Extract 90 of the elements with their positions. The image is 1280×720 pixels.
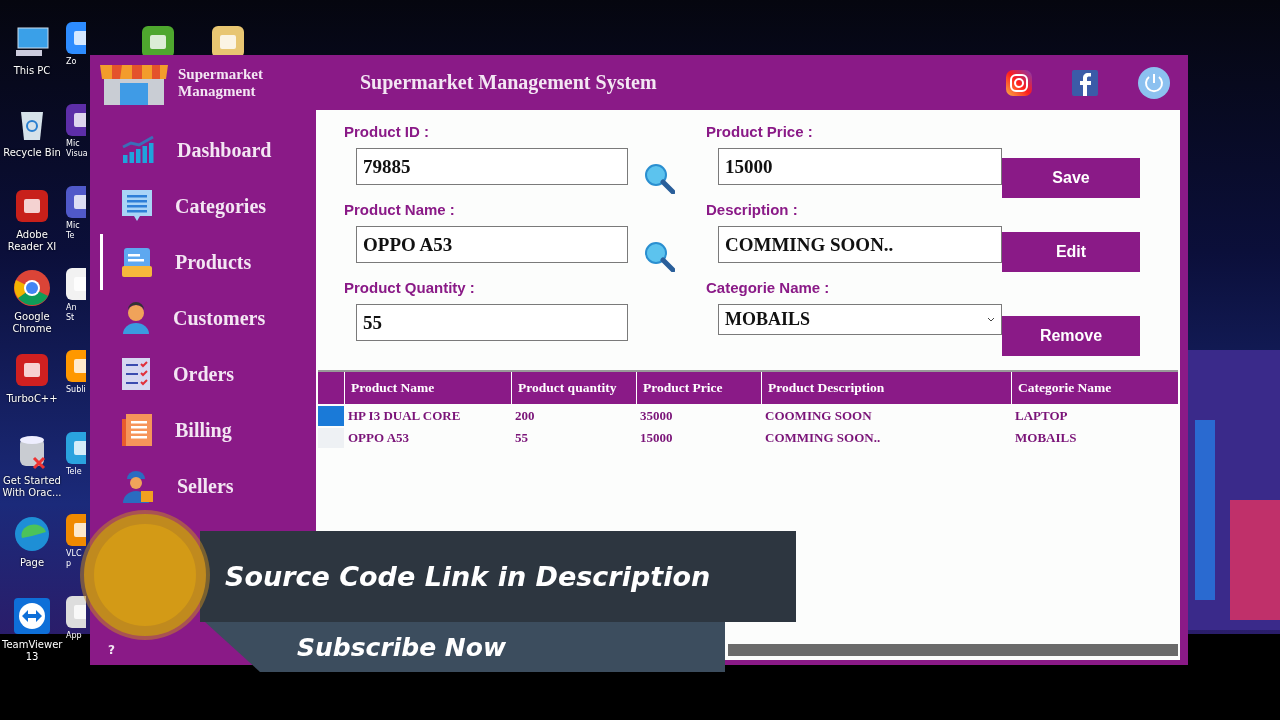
column-header[interactable]: Product Price (636, 372, 761, 404)
category-dropdown[interactable]: MOBAILS (718, 304, 1002, 335)
help-link[interactable]: ? (108, 643, 115, 657)
app-icon (66, 104, 86, 136)
desktop-icon-label[interactable]: Zo (66, 57, 86, 67)
worker-icon (121, 469, 155, 503)
sidebar-item-label: Orders (173, 362, 235, 386)
sidebar-item[interactable]: Billing (100, 402, 316, 458)
column-header[interactable]: Product Name (344, 372, 511, 404)
window-title: Supermarket Management System (360, 71, 658, 94)
subscribe-text: Subscribe Now (297, 632, 507, 662)
desktop-icon-label[interactable]: Recycle Bin (2, 147, 62, 159)
field-label: Product Price : (706, 122, 814, 142)
input-field[interactable]: 79885 (356, 148, 628, 185)
table-cell-text: COOMING SOON (764, 407, 873, 425)
sidebar-item-label: Dashboard (177, 138, 272, 162)
app-icon (66, 186, 86, 218)
sidebar-item[interactable]: Categories (100, 178, 316, 234)
desktop-icon-label[interactable]: This PC (2, 65, 62, 77)
desktop-icon-label[interactable]: TurboC++ (2, 393, 62, 405)
action-button[interactable]: Remove (1002, 316, 1140, 356)
action-button[interactable]: Edit (1002, 232, 1140, 272)
arrows-icon (12, 596, 52, 636)
desktop-icon-label[interactable]: An St (66, 303, 86, 323)
desktop-icon-label[interactable]: TeamViewer 13 (2, 639, 62, 663)
sidebar-item[interactable]: Orders (100, 346, 316, 402)
table-cell-text: 200 (514, 407, 536, 425)
table-cell-text: LAPTOP (1014, 407, 1069, 425)
sidebar-item-label: Billing (175, 418, 232, 442)
desktop-icon-label[interactable]: VLC p (66, 549, 86, 569)
person-icon (121, 302, 151, 334)
table-cell-text: OPPO A53 (347, 429, 411, 447)
column-header[interactable]: Product quantity (511, 372, 636, 404)
table-cell-text: MOBAILS (1014, 429, 1078, 447)
search-icon[interactable] (643, 162, 675, 194)
app-icon (66, 22, 86, 54)
field-label: Product ID : (344, 122, 430, 142)
app-name: Supermarket Managment (178, 65, 264, 100)
sidebar-item-label: Sellers (177, 474, 234, 498)
tray-icon (121, 246, 153, 278)
action-button[interactable]: Save (1002, 158, 1140, 198)
list-icon (121, 189, 153, 223)
sidebar-item-label: Customers (173, 306, 266, 330)
table-cell-text: 35000 (639, 407, 674, 425)
receipt-icon (121, 413, 153, 447)
desktop-icon-label[interactable]: App (66, 631, 86, 641)
field-label: Description : (706, 200, 799, 220)
app-icon (66, 350, 86, 382)
sidebar-item[interactable]: Customers (100, 290, 316, 346)
social-f-icon[interactable] (1072, 69, 1098, 96)
column-header[interactable]: Product Description (761, 372, 1011, 404)
desktop-icon-label[interactable]: Page (2, 557, 62, 569)
banner-headline: Source Code Link in Description (225, 561, 711, 592)
table-cell-text: HP I3 DUAL CORE (347, 407, 462, 425)
app-icon (66, 514, 86, 546)
bar-chart-icon (121, 135, 155, 165)
app-icon (66, 432, 86, 464)
swirl-icon (12, 514, 52, 554)
desktop-icon-label[interactable]: Mic Visua (66, 139, 86, 159)
field-label: Product Name : (344, 200, 456, 220)
input-field[interactable]: 55 (356, 304, 628, 341)
input-field[interactable]: COMMING SOON.. (718, 226, 1002, 263)
desktop-icon-label[interactable]: Google Chrome (2, 311, 62, 335)
checklist-icon (121, 357, 151, 391)
table-cell-text: COMMING SOON.. (764, 429, 882, 447)
camera-icon[interactable] (1006, 69, 1032, 96)
app-icon (66, 596, 86, 628)
desktop-icon-label[interactable]: Mic Te (66, 221, 86, 241)
browser-icon (12, 268, 52, 308)
field-label: Product Quantity : (344, 278, 476, 298)
horizontal-scrollbar[interactable] (728, 644, 1178, 656)
app-icon (66, 268, 86, 300)
search-icon[interactable] (643, 240, 675, 272)
input-field[interactable]: OPPO A53 (356, 226, 628, 263)
input-field[interactable]: 15000 (718, 148, 1002, 185)
field-label: Categorie Name : (706, 278, 831, 298)
desktop-icon-label[interactable]: Tele (66, 467, 86, 477)
sidebar-item[interactable]: Dashboard (100, 122, 316, 178)
table-cell-text: 15000 (639, 429, 674, 447)
column-header[interactable]: Categorie Name (1011, 372, 1178, 404)
power-icon[interactable] (1138, 66, 1170, 99)
desktop-icon-label[interactable]: Adobe Reader XI (2, 229, 62, 253)
table-cell-text: 55 (514, 429, 529, 447)
sidebar-item-label: Products (175, 250, 252, 274)
sidebar-item-label: Categories (175, 194, 267, 218)
header-corner (318, 372, 344, 404)
desktop-icon-label[interactable]: Subli (66, 385, 86, 395)
chevron-icon (987, 316, 995, 323)
desktop-icon-label[interactable]: Get Started With Orac... (2, 475, 62, 499)
sidebar-item[interactable]: Sellers (100, 458, 316, 514)
